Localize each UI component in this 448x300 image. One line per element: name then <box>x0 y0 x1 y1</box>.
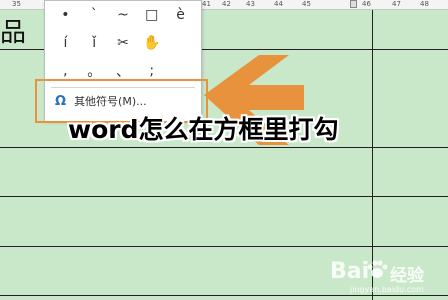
baidu-watermark: Bai 经验 jingyan.baidu.com <box>330 255 445 295</box>
ruler-tick: 47 <box>392 0 401 8</box>
symbol-cell[interactable]: í <box>51 29 80 57</box>
table-border <box>0 196 448 197</box>
scissors-icon[interactable]: ✂ <box>109 29 138 57</box>
symbol-cell[interactable]: □ <box>137 1 166 29</box>
watermark-brand-cn: 经验 <box>390 266 424 286</box>
ruler-tick: 45 <box>302 0 311 8</box>
symbol-cell[interactable]: è <box>166 1 195 29</box>
symbol-cell[interactable]: ~ <box>109 1 138 29</box>
symbol-cell[interactable]: ` <box>80 1 109 29</box>
ruler-tick: 43 <box>246 0 255 8</box>
symbol-cell[interactable]: • <box>51 1 80 29</box>
table-cell-text: 品 <box>0 18 27 48</box>
symbol-grid: • ` ~ □ è í ǐ ✂ ✋ , 。 、 ; <box>51 1 195 85</box>
table-border <box>0 246 448 247</box>
ruler-tick: 35 <box>12 0 21 8</box>
ruler-tick: 44 <box>274 0 283 8</box>
ruler-indent-marker[interactable] <box>350 0 357 8</box>
ruler-tick: 48 <box>420 0 429 8</box>
ruler-tick: 41 <box>202 0 211 8</box>
ruler-tick: 46 <box>362 0 371 8</box>
hand-icon[interactable]: ✋ <box>137 29 166 57</box>
paw-logo-icon <box>367 260 388 278</box>
symbol-cell[interactable]: ǐ <box>80 29 109 57</box>
watermark-url: jingyan.baidu.com <box>350 285 424 294</box>
symbol-cell[interactable] <box>166 29 195 57</box>
ruler-tick: 42 <box>222 0 231 8</box>
headline-caption: word怎么在方框里打勾 <box>68 115 339 144</box>
watermark-brand: Bai <box>330 259 370 284</box>
table-border <box>0 295 448 296</box>
